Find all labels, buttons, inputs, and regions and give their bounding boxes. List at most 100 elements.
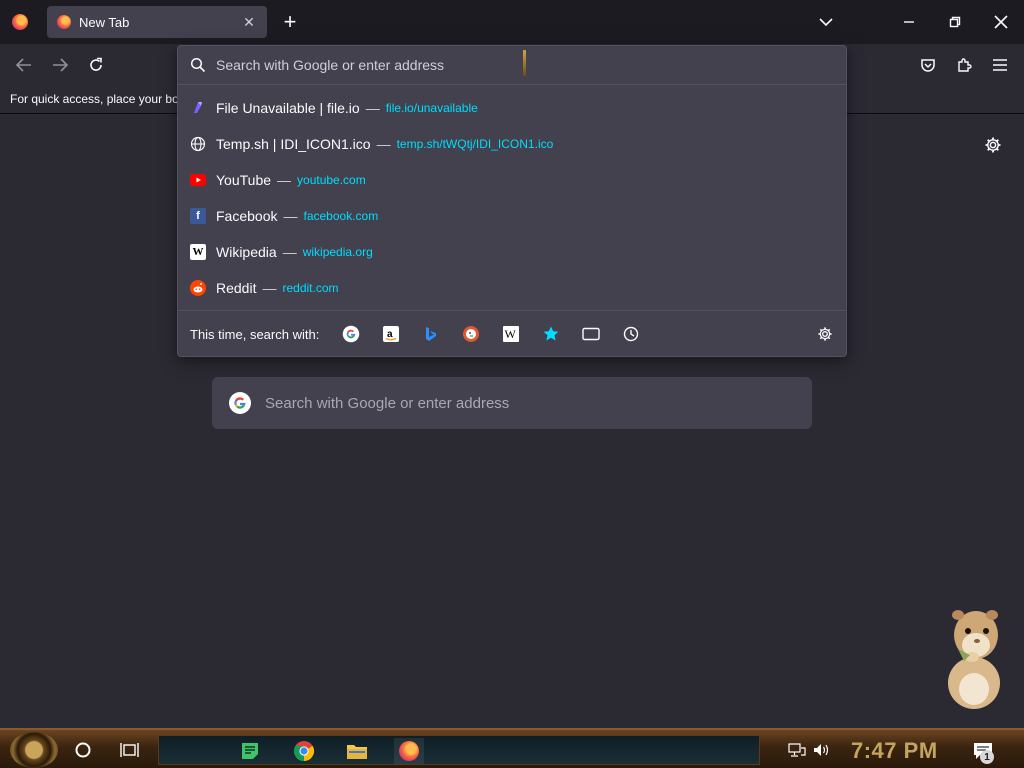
list-all-tabs-button[interactable] xyxy=(814,10,838,34)
suggestion-title: YouTube xyxy=(216,172,272,188)
back-button[interactable] xyxy=(12,53,36,77)
suggestion-row[interactable]: Temp.sh | IDI_ICON1.ico — temp.sh/tWQtj/… xyxy=(178,126,846,162)
cortana-button[interactable] xyxy=(70,737,96,763)
arrow-left-icon xyxy=(15,58,31,72)
volume-icon[interactable] xyxy=(812,742,830,758)
suggestion-row[interactable]: f Facebook — facebook.com xyxy=(178,198,846,234)
suggestion-row[interactable]: W Wikipedia — wikipedia.org xyxy=(178,234,846,270)
gear-icon xyxy=(818,327,832,341)
hamster-desktop-widget[interactable] xyxy=(940,605,1006,710)
urlbar-dropdown: File Unavailable | file.io — file.io/una… xyxy=(177,45,847,357)
hamburger-menu-icon xyxy=(993,59,1007,71)
search-settings-button[interactable] xyxy=(814,323,836,345)
suggestion-separator: — xyxy=(283,208,298,224)
tabs-search-button[interactable] xyxy=(579,322,603,346)
urlbar[interactable] xyxy=(178,46,846,85)
tabs-icon xyxy=(582,327,601,341)
ntp-personalize-button[interactable] xyxy=(981,133,1005,157)
firefox-view-button[interactable] xyxy=(8,10,32,34)
globe-icon xyxy=(190,136,206,152)
suggestion-title: Reddit xyxy=(216,280,257,296)
task-view-icon xyxy=(120,743,139,757)
ntp-search-placeholder: Search with Google or enter address xyxy=(265,394,510,412)
restore-button[interactable] xyxy=(932,0,978,44)
minimize-button[interactable] xyxy=(886,0,932,44)
close-window-button[interactable] xyxy=(978,0,1024,44)
suggestion-separator: — xyxy=(282,244,297,260)
suggestion-title: Wikipedia xyxy=(216,244,277,260)
suggestion-title: File Unavailable | file.io xyxy=(216,100,360,116)
app-menu-button[interactable] xyxy=(988,53,1012,77)
network-icon[interactable] xyxy=(788,742,806,758)
suggestion-url: temp.sh/tWQtj/IDI_ICON1.ico xyxy=(396,137,554,151)
cortana-circle-icon xyxy=(75,742,91,758)
urlbar-input[interactable] xyxy=(216,57,516,73)
one-off-search-bar: This time, search with: a W xyxy=(178,310,846,357)
system-tray: 7:47 PM 1 xyxy=(780,733,1024,767)
firefox-icon xyxy=(57,15,71,29)
history-search-button[interactable] xyxy=(619,322,643,346)
bookmarks-star-icon xyxy=(543,326,559,341)
svg-text:a: a xyxy=(387,329,393,340)
suggestion-url: youtube.com xyxy=(297,173,366,187)
search-icon xyxy=(190,57,206,73)
suggestion-row[interactable]: File Unavailable | file.io — file.io/una… xyxy=(178,90,846,126)
duckduckgo-engine-button[interactable] xyxy=(459,322,483,346)
taskbar-chrome-app[interactable] xyxy=(289,738,319,764)
forward-button[interactable] xyxy=(48,53,72,77)
taskbar-apps xyxy=(158,735,760,765)
notification-count-badge: 1 xyxy=(980,750,994,764)
chevron-down-icon xyxy=(819,18,833,27)
bookmarks-search-button[interactable] xyxy=(539,322,563,346)
notes-app-icon xyxy=(242,743,258,759)
windows-taskbar: 7:47 PM 1 xyxy=(0,728,1024,768)
pocket-icon xyxy=(921,59,935,72)
close-icon xyxy=(994,15,1008,29)
suggestion-url: facebook.com xyxy=(303,209,379,223)
ntp-search-box[interactable]: Search with Google or enter address xyxy=(212,377,812,429)
tab-new-tab[interactable]: New Tab ✕ xyxy=(47,6,267,38)
reddit-icon xyxy=(190,280,206,296)
suggestion-row[interactable]: Reddit — reddit.com xyxy=(178,270,846,306)
taskbar-notes-app[interactable] xyxy=(235,738,265,764)
chrome-icon xyxy=(293,741,315,762)
tab-bar: New Tab ✕ + xyxy=(0,0,1024,44)
youtube-icon xyxy=(190,172,206,188)
task-view-button[interactable] xyxy=(116,737,144,763)
close-tab-icon[interactable]: ✕ xyxy=(241,14,257,30)
taskbar-clock[interactable]: 7:47 PM xyxy=(851,738,938,764)
amazon-engine-button[interactable]: a xyxy=(379,322,403,346)
restore-icon xyxy=(949,16,961,28)
tab-title: New Tab xyxy=(79,14,130,30)
puzzle-icon xyxy=(958,58,972,72)
mouse-cursor xyxy=(523,50,526,76)
suggestion-url: wikipedia.org xyxy=(302,245,373,259)
one-off-search-label: This time, search with: xyxy=(190,326,320,342)
facebook-icon: f xyxy=(190,208,206,224)
suggestion-separator: — xyxy=(365,100,380,116)
arrow-right-icon xyxy=(53,58,69,72)
suggestion-url: file.io/unavailable xyxy=(385,101,478,115)
reload-button[interactable] xyxy=(84,53,108,77)
wikipedia-icon: W xyxy=(503,326,520,342)
pocket-button[interactable] xyxy=(916,53,940,77)
bing-icon xyxy=(426,327,437,341)
amazon-icon: a xyxy=(383,326,400,342)
duckduckgo-icon xyxy=(463,326,480,342)
bing-engine-button[interactable] xyxy=(419,322,443,346)
minimize-icon xyxy=(904,21,914,23)
reload-icon xyxy=(90,57,102,71)
suggestion-row[interactable]: YouTube — youtube.com xyxy=(178,162,846,198)
wikipedia-engine-button[interactable]: W xyxy=(499,322,523,346)
history-icon xyxy=(624,326,639,342)
start-button[interactable] xyxy=(10,732,58,768)
suggestion-separator: — xyxy=(262,280,277,296)
google-icon xyxy=(343,325,360,343)
new-tab-button[interactable]: + xyxy=(278,10,302,34)
taskbar-file-explorer[interactable] xyxy=(342,738,372,764)
google-engine-button[interactable] xyxy=(339,322,363,346)
taskbar-firefox-app[interactable] xyxy=(394,738,424,764)
suggestion-url: reddit.com xyxy=(282,281,339,295)
suggestion-separator: — xyxy=(376,136,391,152)
extensions-button[interactable] xyxy=(952,53,976,77)
